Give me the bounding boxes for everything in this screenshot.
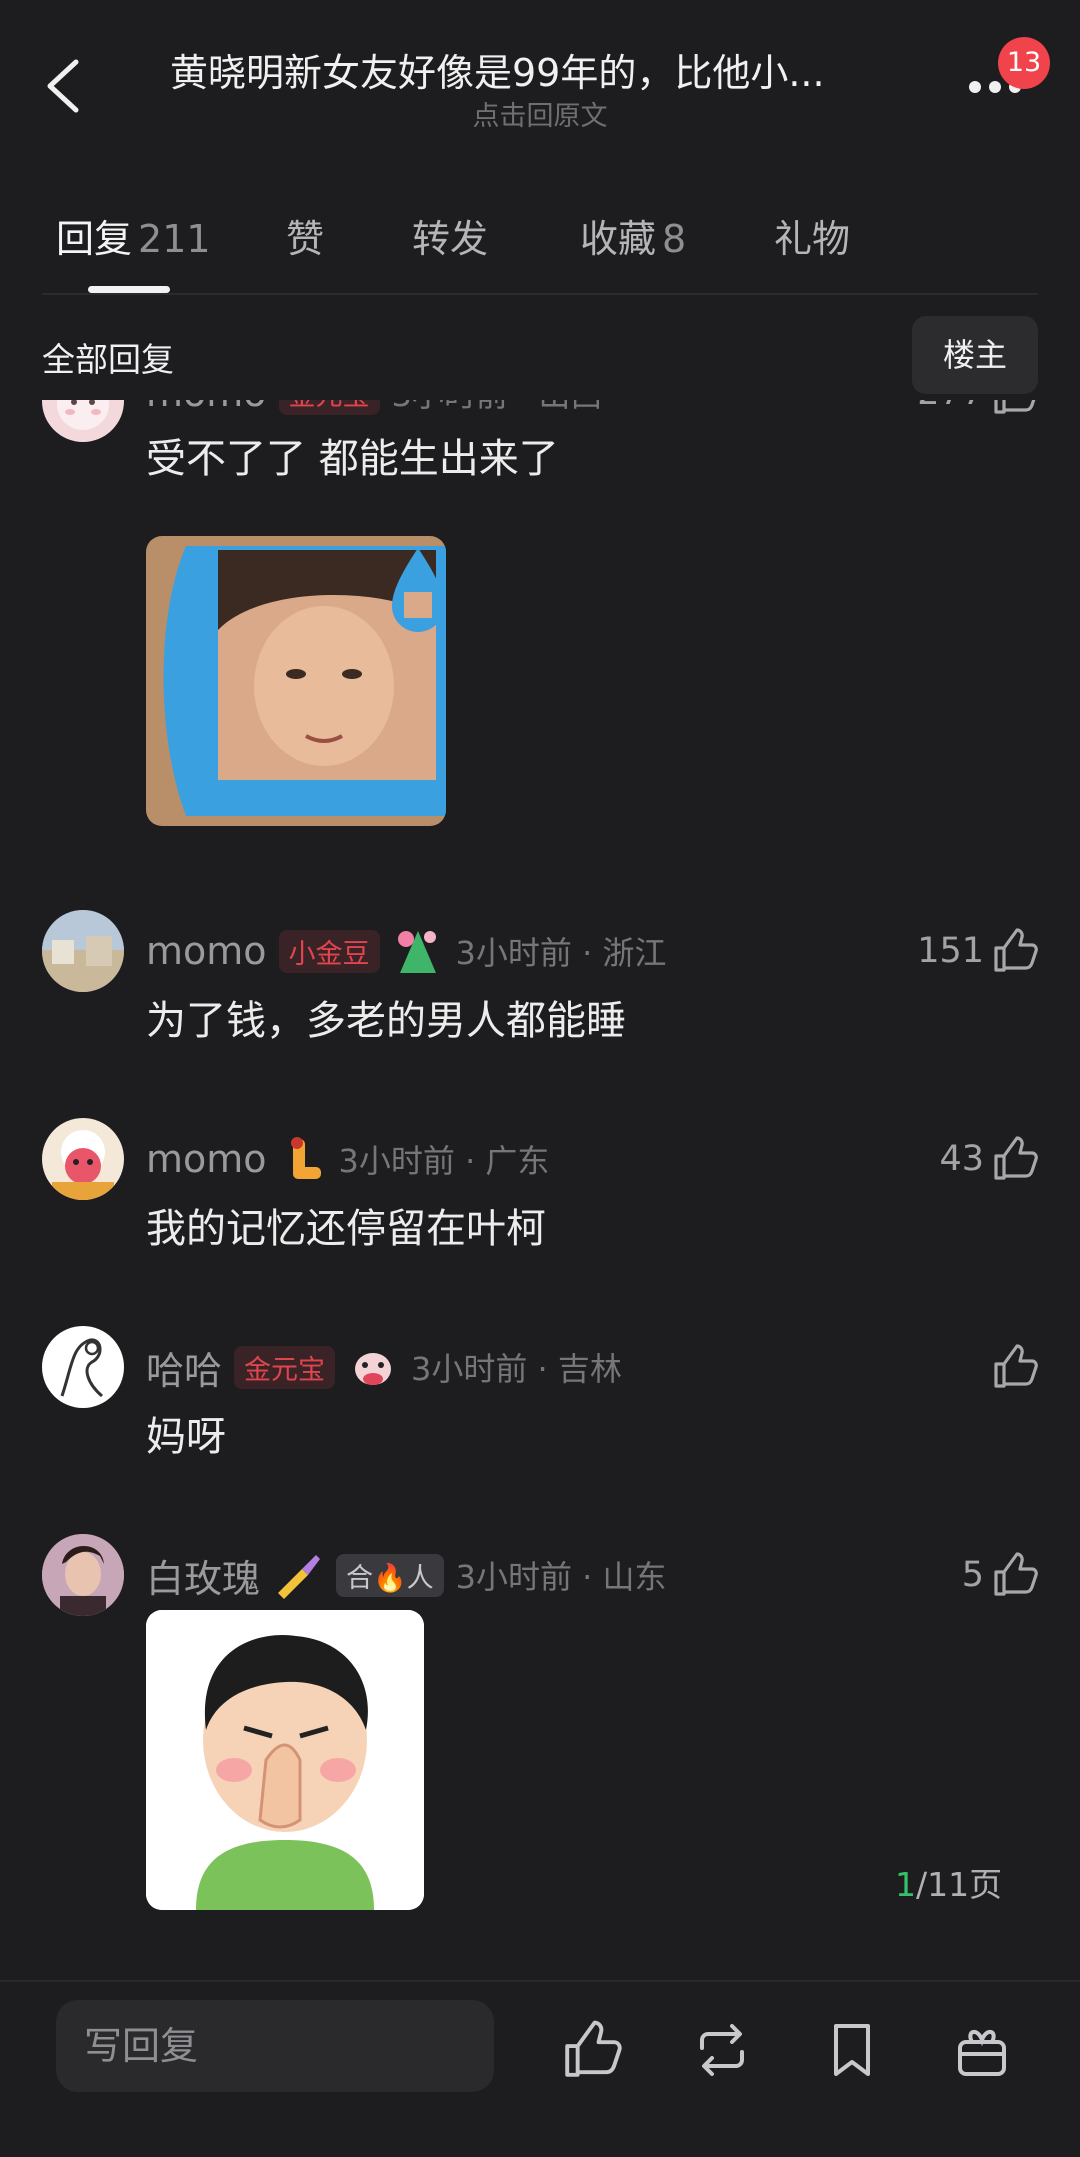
user-tag: 金元宝 (234, 1345, 336, 1389)
like-button[interactable]: 151 (917, 926, 1038, 976)
reply-input[interactable]: 写回复 (56, 2000, 494, 2092)
avatar[interactable] (42, 1534, 124, 1616)
timestamp-location: 3小时前 · 山西 (392, 400, 603, 416)
repost-icon (700, 2024, 744, 2076)
post-title[interactable]: 黄晓明新女友好像是99年的，比他小... (170, 42, 910, 102)
like-icon (565, 2020, 622, 2077)
notification-badge: 13 (998, 37, 1050, 89)
tab-gifts[interactable]: 礼物 (774, 208, 850, 264)
like-button[interactable]: 43 (939, 1134, 1038, 1184)
like-count: 43 (939, 1139, 984, 1179)
like-button[interactable]: 5 (962, 1550, 1038, 1600)
gift-button[interactable] (952, 2020, 1012, 2080)
llama-badge-icon (290, 1137, 321, 1179)
timestamp-location: 3小时前 · 浙江 (455, 934, 667, 972)
active-tab-indicator (88, 286, 170, 293)
comment-text: 为了钱，多老的男人都能睡 (146, 998, 626, 1044)
all-replies-label: 全部回复 (42, 340, 174, 379)
divider (42, 293, 1038, 295)
comment-meta: 哈哈 金元宝 3小时前 · 吉林 (146, 1340, 622, 1395)
user-tag: 合🔥人 (336, 1553, 444, 1597)
username[interactable]: momo (146, 400, 267, 415)
bookmark-button[interactable] (822, 2020, 882, 2080)
avatar[interactable] (42, 910, 124, 992)
comment-text: 我的记忆还停留在叶柯 (146, 1206, 546, 1252)
current-page: 1 (895, 1865, 916, 1904)
thumbs-up-icon (994, 1552, 1038, 1596)
like-button[interactable]: 277 (917, 400, 1038, 418)
list-item: momo 3小时前 · 广东 43 我的记忆还停留在叶柯 (0, 1118, 1080, 1278)
comment-meta: momo 3小时前 · 广东 (146, 1134, 549, 1184)
username[interactable]: 白玫瑰 (146, 1548, 260, 1603)
comment-meta: momo 金元宝 3小时前 · 山西 (146, 400, 602, 418)
tab-likes[interactable]: 赞 (286, 208, 324, 264)
comment-meta: momo 小金豆 3小时前 · 浙江 (146, 926, 666, 976)
username[interactable]: 哈哈 (146, 1340, 222, 1395)
comment-text: 受不了了 都能生出来了 (146, 436, 559, 482)
gift-icon (958, 2030, 1006, 2076)
pencil-badge-icon (397, 931, 436, 973)
user-tag: 金元宝 (278, 400, 380, 415)
bookmark-icon (834, 2024, 870, 2076)
thumbs-up-icon (994, 928, 1038, 972)
tab-label: 赞 (286, 217, 325, 261)
thumbs-up-icon (994, 1344, 1038, 1388)
back-icon (47, 59, 79, 113)
user-tag: 小金豆 (278, 929, 380, 973)
avatar[interactable] (42, 1118, 124, 1200)
list-item: momo 金元宝 3小时前 · 山西 277 受不了了 都能生出来了 (0, 400, 1080, 840)
brush-badge-icon (278, 1555, 321, 1599)
cow-badge-icon (355, 1353, 392, 1385)
tab-replies[interactable]: 回复 211 (56, 208, 211, 264)
list-item: momo 小金豆 3小时前 · 浙江 151 为了钱，多老的男人都能睡 (0, 910, 1080, 1070)
timestamp-location: 3小时前 · 山东 (455, 1558, 667, 1596)
like-count: 277 (917, 400, 984, 413)
comment-meta: 白玫瑰 合🔥人 3小时前 · 山东 (146, 1548, 667, 1603)
thumbs-up-icon (994, 1136, 1038, 1180)
username[interactable]: momo (146, 1137, 267, 1181)
tab-reposts[interactable]: 转发 (412, 208, 488, 264)
like-button[interactable] (992, 1342, 1038, 1392)
username[interactable]: momo (146, 929, 267, 973)
tab-count: 8 (662, 217, 687, 261)
avatar[interactable] (42, 1326, 124, 1408)
thumbs-up-icon (994, 400, 1036, 414)
like-count: 5 (961, 1555, 984, 1595)
comment-text: 妈呀 (146, 1414, 226, 1460)
back-to-original-link[interactable]: 点击回原文 (380, 94, 700, 133)
comment-image[interactable] (146, 1610, 424, 1910)
tab-label: 礼物 (774, 217, 851, 261)
timestamp-location: 3小时前 · 吉林 (411, 1350, 622, 1388)
like-count: 151 (917, 931, 984, 971)
owner-filter-button[interactable]: 楼主 (912, 316, 1038, 394)
tab-favorites[interactable]: 收藏 8 (580, 208, 686, 264)
back-button[interactable] (42, 58, 90, 114)
tab-label: 回复 (56, 217, 133, 261)
avatar[interactable] (42, 400, 124, 442)
comment-list[interactable]: momo 金元宝 3小时前 · 山西 277 受不了了 都能生出来了 (0, 400, 1080, 1980)
repost-button[interactable] (692, 2020, 752, 2080)
tab-label: 转发 (412, 217, 489, 261)
tab-count: 211 (138, 217, 211, 261)
comment-image[interactable] (146, 536, 446, 826)
list-item: 哈哈 金元宝 3小时前 · 吉林 妈呀 (0, 1326, 1080, 1486)
page-indicator[interactable]: 1/11页 (895, 1858, 1002, 1906)
total-pages: /11页 (916, 1865, 1003, 1904)
tab-label: 收藏 (580, 217, 657, 261)
timestamp-location: 3小时前 · 广东 (338, 1142, 550, 1180)
like-post-button[interactable] (562, 2020, 622, 2080)
